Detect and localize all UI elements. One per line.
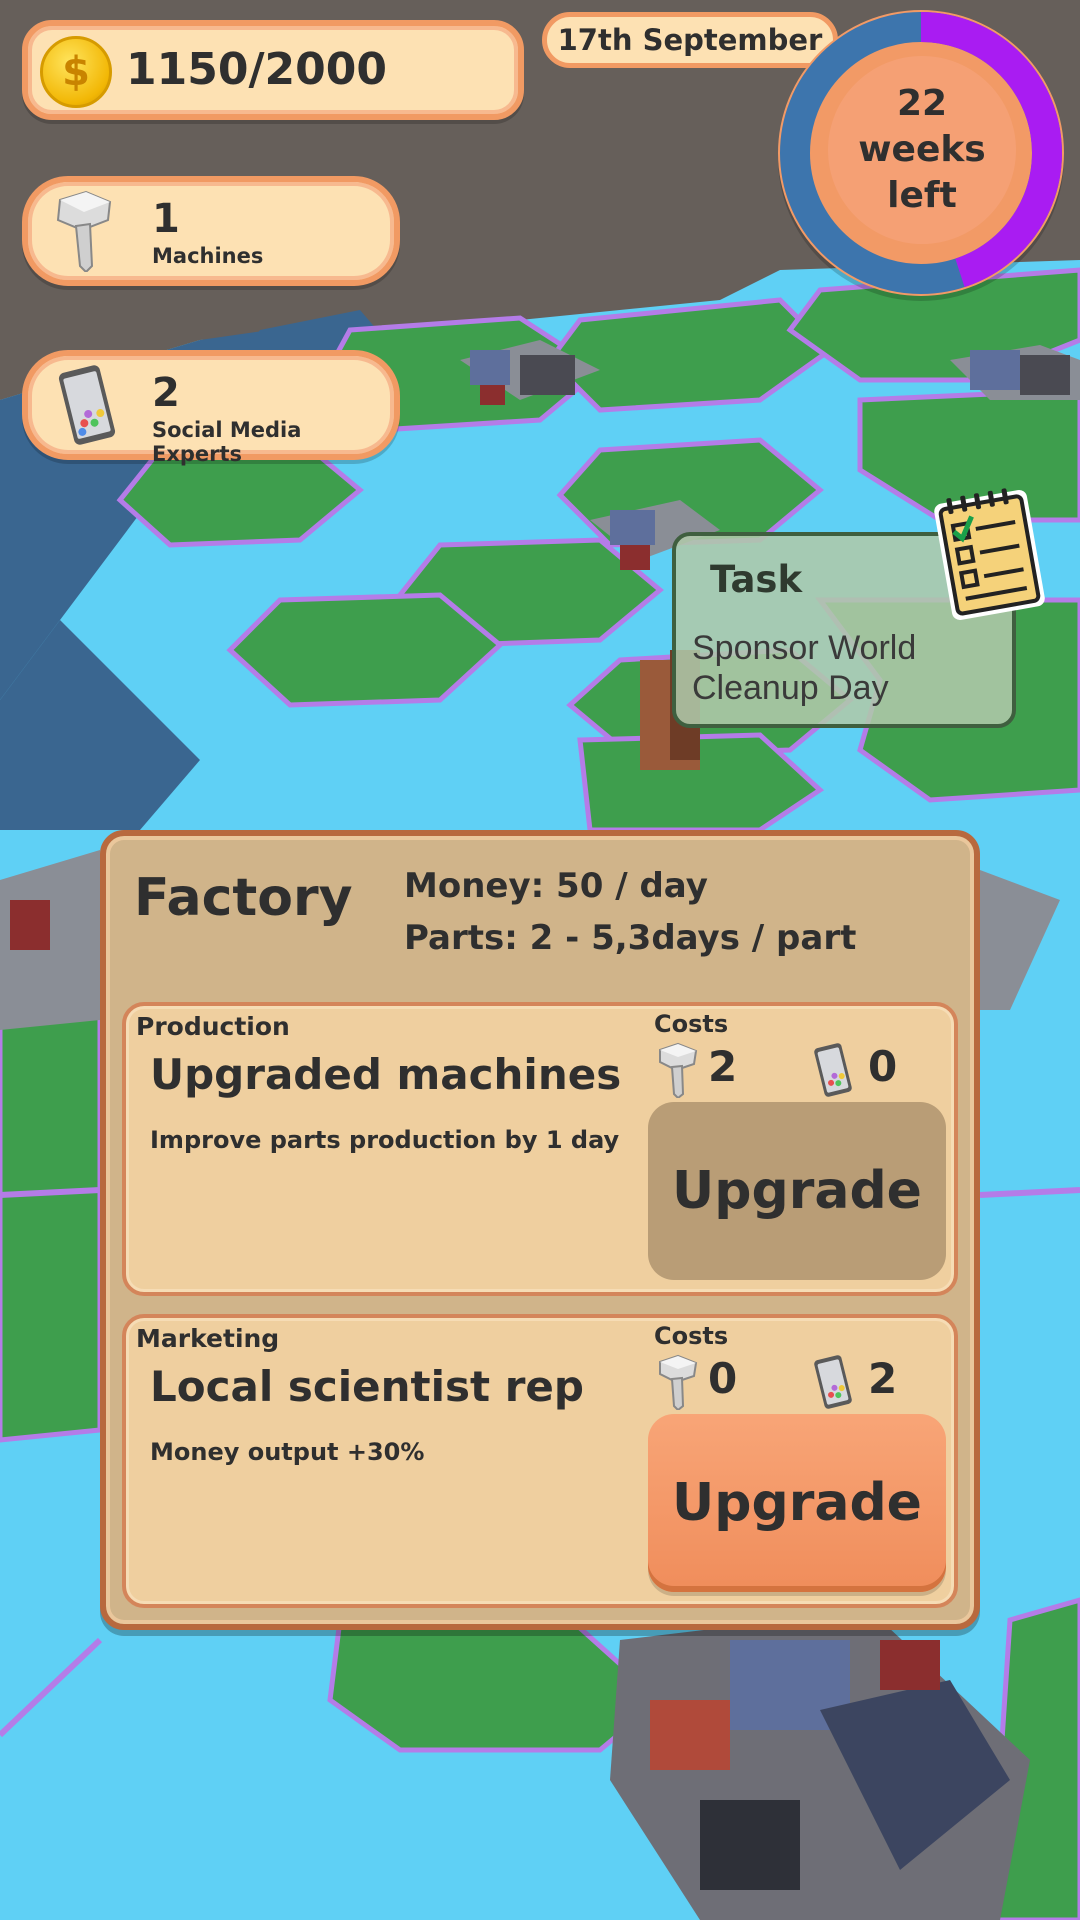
production-machine-cost: 2: [708, 1042, 738, 1091]
factory-panel: Factory Money: 50 / day Parts: 2 - 5,3da…: [100, 830, 980, 1630]
experts-label: Social Media Experts: [152, 418, 302, 466]
phone-icon: [58, 365, 116, 445]
nail-icon: [56, 190, 112, 272]
weeks-left-suffix: left: [887, 175, 957, 216]
marketing-machine-cost: 0: [708, 1354, 738, 1403]
gold-coin-icon: $: [40, 36, 112, 108]
marketing-category-label: Marketing: [136, 1324, 280, 1353]
production-upgrade-name: Upgraded machines: [150, 1050, 622, 1099]
money-bar: $ 1150/2000: [22, 20, 524, 120]
factory-parts-rate: Parts: 2 - 5,3days / part: [404, 918, 857, 958]
production-upgrade-button[interactable]: Upgrade: [648, 1102, 946, 1280]
experts-count: 2: [152, 370, 180, 416]
task-title: Task: [710, 558, 803, 601]
production-expert-cost: 0: [868, 1042, 898, 1091]
marketing-expert-cost: 2: [868, 1354, 898, 1403]
marketing-upgrade-card: Marketing Local scientist rep Money outp…: [122, 1314, 958, 1608]
production-upgrade-card: Production Upgraded machines Improve par…: [122, 1002, 958, 1296]
nail-icon: [659, 1354, 698, 1410]
weeks-left-text: 22 weeks left: [828, 56, 1016, 244]
marketing-upgrade-button[interactable]: Upgrade: [648, 1414, 946, 1592]
marketing-upgrade-name: Local scientist rep: [150, 1362, 584, 1411]
weeks-left-timer: 22 weeks left: [778, 10, 1064, 296]
experts-counter: 2 Social Media Experts: [22, 350, 400, 466]
machines-counter: 1 Machines: [22, 176, 400, 286]
machines-count: 1: [152, 196, 180, 242]
factory-money-rate: Money: 50 / day: [404, 866, 708, 906]
marketing-upgrade-description: Money output +30%: [150, 1438, 425, 1466]
nail-icon: [659, 1042, 698, 1098]
notepad-checklist-icon[interactable]: [928, 482, 1050, 622]
marketing-costs-label: Costs: [654, 1322, 729, 1350]
money-value: 1150/2000: [126, 44, 387, 95]
machines-label: Machines: [152, 244, 264, 268]
phone-icon: [814, 1355, 852, 1409]
weeks-left-count: 22 weeks: [858, 83, 986, 170]
production-costs-label: Costs: [654, 1010, 729, 1038]
factory-title: Factory: [134, 868, 353, 928]
task-description: Sponsor World Cleanup Day: [692, 629, 917, 707]
production-upgrade-description: Improve parts production by 1 day: [150, 1126, 620, 1154]
production-category-label: Production: [136, 1012, 290, 1041]
phone-icon: [814, 1043, 852, 1097]
